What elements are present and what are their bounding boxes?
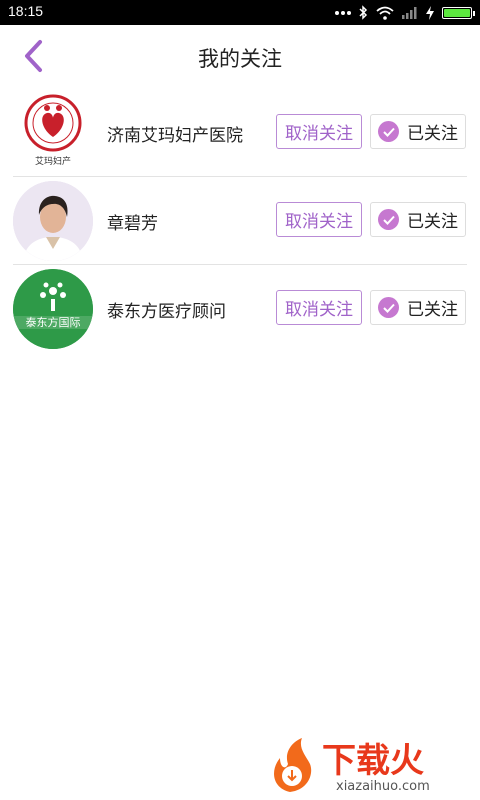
watermark-logo: 下载火 xiazaihuo.com: [262, 734, 472, 796]
follow-name: 章碧芳: [107, 214, 158, 234]
clinic-logo: 泰东方国际: [13, 269, 93, 349]
list-item[interactable]: 泰东方国际 泰东方医疗顾问 取消关注 已关注: [0, 265, 480, 353]
unfollow-button[interactable]: 取消关注: [276, 114, 362, 149]
bluetooth-icon: [359, 5, 368, 20]
unfollow-button[interactable]: 取消关注: [276, 202, 362, 237]
check-circle-icon: [378, 209, 399, 230]
follow-list: 艾玛妇产 济南艾玛妇产医院 取消关注 已关注 章碧芳 取消关注 已关注 泰东方国…: [0, 89, 480, 353]
followed-label: 已关注: [407, 212, 458, 232]
hospital-logo: 艾玛妇产: [13, 93, 93, 173]
status-icons: [335, 4, 475, 21]
status-time: 18:15: [8, 3, 44, 19]
charging-icon: [426, 5, 434, 20]
list-item[interactable]: 章碧芳 取消关注 已关注: [0, 177, 480, 265]
doctor-photo: [13, 181, 93, 261]
followed-badge[interactable]: 已关注: [370, 202, 466, 237]
wifi-icon: [376, 6, 394, 20]
app-header: 我的关注: [0, 25, 480, 87]
check-circle-icon: [378, 121, 399, 142]
unfollow-button[interactable]: 取消关注: [276, 290, 362, 325]
followed-badge[interactable]: 已关注: [370, 290, 466, 325]
list-item[interactable]: 艾玛妇产 济南艾玛妇产医院 取消关注 已关注: [0, 89, 480, 177]
watermark-url: xiazaihuo.com: [336, 779, 430, 794]
check-circle-icon: [378, 297, 399, 318]
page-title: 我的关注: [198, 47, 282, 71]
dots-icon: [335, 10, 351, 15]
status-bar: 18:15: [0, 0, 480, 25]
follow-name: 泰东方医疗顾问: [107, 302, 226, 322]
follow-name: 济南艾玛妇产医院: [107, 126, 243, 146]
followed-label: 已关注: [407, 300, 458, 320]
clinic-logo-caption: 泰东方国际: [26, 315, 81, 329]
watermark-brand: 下载火: [322, 741, 424, 781]
hospital-logo-caption: 艾玛妇产: [35, 155, 71, 167]
followed-label: 已关注: [407, 124, 458, 144]
battery-icon: [442, 6, 475, 19]
followed-badge[interactable]: 已关注: [370, 114, 466, 149]
signal-icon: [402, 7, 417, 19]
